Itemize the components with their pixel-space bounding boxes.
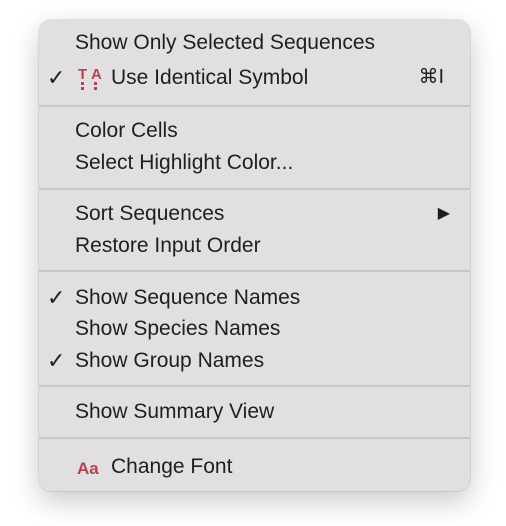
menu-item-use-identical-symbol[interactable]: ✓ T A Use Identical Symbol ⌘I xyxy=(39,62,470,93)
menu-item-label: Change Font xyxy=(111,455,233,478)
menu-item-sort-sequences[interactable]: Sort Sequences ▶ xyxy=(39,198,470,229)
keyboard-shortcut: ⌘I xyxy=(418,66,444,88)
menu-item-change-font[interactable]: Aa Change Font xyxy=(39,451,470,482)
menu-item-label: Select Highlight Color... xyxy=(75,151,294,174)
checkmark-icon: ✓ xyxy=(47,65,66,90)
menu-item-label: Show Only Selected Sequences xyxy=(75,31,376,54)
menu-separator xyxy=(39,105,470,107)
menu-item-show-only-selected-sequences[interactable]: Show Only Selected Sequences xyxy=(39,27,470,58)
menu-item-label: Color Cells xyxy=(75,119,178,142)
checkmark-icon: ✓ xyxy=(47,348,66,373)
submenu-arrow-icon: ▶ xyxy=(437,205,450,222)
checkmark-icon: ✓ xyxy=(47,285,66,310)
menu-item-select-highlight-color[interactable]: Select Highlight Color... xyxy=(39,147,470,178)
menu-item-restore-input-order[interactable]: Restore Input Order xyxy=(39,230,470,261)
menu-item-show-sequence-names[interactable]: ✓ Show Sequence Names xyxy=(39,282,470,313)
menu-item-color-cells[interactable]: Color Cells xyxy=(39,115,470,146)
menu-item-label: Show Sequence Names xyxy=(75,286,301,309)
identical-symbol-icon: T A xyxy=(77,65,105,91)
svg-text:T: T xyxy=(78,66,87,83)
menu-item-show-summary-view[interactable]: Show Summary View xyxy=(39,396,470,427)
menu-separator xyxy=(39,270,470,272)
menu-separator xyxy=(39,188,470,190)
menu-item-label: Show Group Names xyxy=(75,349,265,372)
menu-item-label: Use Identical Symbol xyxy=(111,66,309,89)
menu-separator xyxy=(39,437,470,439)
menu-separator xyxy=(39,385,470,387)
svg-text:Aa: Aa xyxy=(77,459,99,478)
svg-text:A: A xyxy=(91,66,102,83)
menu-item-show-group-names[interactable]: ✓ Show Group Names xyxy=(39,345,470,376)
font-icon: Aa xyxy=(77,454,105,480)
menu-item-label: Show Species Names xyxy=(75,317,281,340)
menu-item-label: Restore Input Order xyxy=(75,234,261,257)
context-menu: Show Only Selected Sequences ✓ T A Use I… xyxy=(39,20,470,491)
menu-item-show-species-names[interactable]: Show Species Names xyxy=(39,313,470,344)
menu-item-label: Show Summary View xyxy=(75,400,275,423)
menu-item-label: Sort Sequences xyxy=(75,202,225,225)
